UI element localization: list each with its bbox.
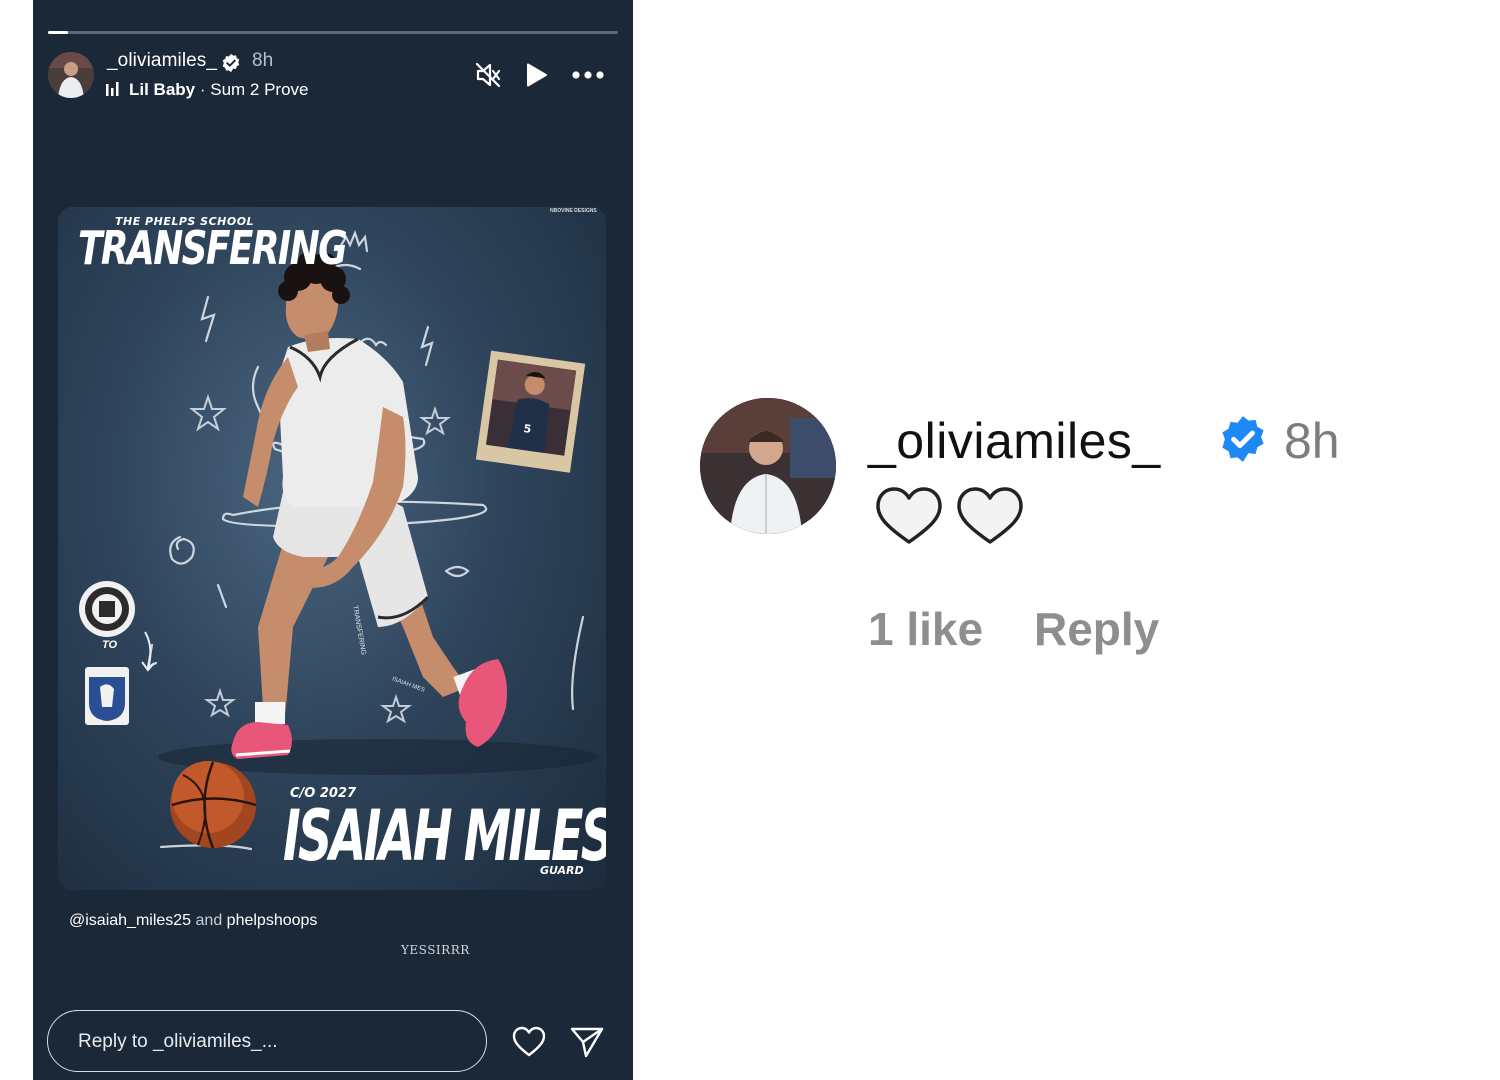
player-figure: [231, 252, 507, 759]
comment-time: 8h: [1284, 413, 1340, 469]
send-icon[interactable]: [569, 1025, 605, 1059]
story-progress-bar: [48, 31, 618, 34]
poster-credit: NBOVINE DESIGNS: [550, 208, 597, 214]
comment-username[interactable]: _oliviamiles_: [868, 412, 1161, 470]
avatar[interactable]: [48, 52, 94, 98]
comment-text-emoji: 🤍🤍: [874, 484, 877, 485]
story-text-sticker: YESSIRRR: [401, 943, 470, 957]
comment-text: 🤍🤍: [874, 484, 1034, 553]
mention-conjunction: and: [191, 912, 227, 929]
story-time: 8h: [252, 50, 274, 71]
heart-icon[interactable]: [511, 1025, 547, 1059]
story-mentions: @isaiah_miles25 and phelpshoops: [69, 912, 317, 930]
music-separator: ·: [195, 80, 211, 99]
basketball-graphic: [170, 761, 257, 849]
mention-team[interactable]: phelpshoops: [227, 912, 318, 929]
music-bars-icon: [106, 82, 119, 96]
transfer-graphic: 5 THE PHELPS SCHOOL TRANSFERING NBOVINE …: [58, 207, 606, 890]
notre-dame-logo: [79, 581, 135, 637]
story-viewer: _oliviamiles_ 8h Lil Baby · Sum 2 Prove: [33, 0, 633, 1080]
mention-user[interactable]: @isaiah_miles25: [69, 912, 191, 929]
photo-card: 5: [475, 350, 586, 473]
comment-reply-button[interactable]: Reply: [1034, 602, 1159, 656]
play-icon[interactable]: [522, 61, 550, 89]
music-song: Sum 2 Prove: [210, 80, 309, 99]
comment-avatar[interactable]: [700, 398, 836, 534]
music-label[interactable]: Lil Baby · Sum 2 Prove: [129, 80, 309, 100]
poster-to-label: TO: [102, 639, 118, 651]
comment-likes[interactable]: 1 like: [868, 602, 983, 656]
story-reply-input[interactable]: Reply to _oliviamiles_...: [47, 1010, 487, 1072]
poster-title: TRANSFERING: [78, 221, 348, 275]
speaker-muted-icon[interactable]: [474, 61, 502, 89]
reply-placeholder: Reply to _oliviamiles_...: [78, 1031, 278, 1052]
white-heart-emoji-icon: [876, 487, 1023, 544]
more-dots-icon[interactable]: [571, 61, 605, 89]
music-artist: Lil Baby: [129, 80, 196, 99]
verified-badge-icon: [1222, 416, 1264, 462]
poster-position: GUARD: [540, 864, 584, 877]
story-username[interactable]: _oliviamiles_: [107, 50, 217, 72]
story-progress-fill: [48, 31, 68, 34]
phelps-logo: [85, 667, 129, 725]
verified-badge-icon: [222, 53, 240, 73]
